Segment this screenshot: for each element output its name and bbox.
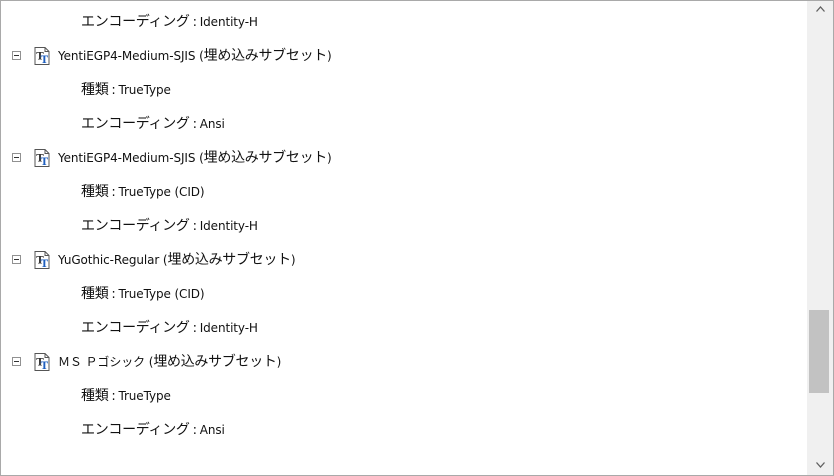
property-value: Ansi: [199, 423, 225, 437]
font-node[interactable]: T T ＭＳ Ｐゴシック (埋め込みサブセット): [1, 345, 807, 379]
property-value: TrueType (CID): [118, 185, 205, 199]
property-label: 種類: [81, 388, 109, 404]
collapse-toggle[interactable]: [12, 357, 21, 366]
property-label: エンコーディング: [81, 422, 190, 438]
collapse-toggle[interactable]: [12, 255, 21, 264]
property-label: エンコーディング: [81, 218, 190, 234]
property-label: エンコーディング: [81, 14, 190, 30]
embed-status: 埋め込みサブセット: [167, 252, 292, 268]
svg-text:T: T: [41, 361, 49, 372]
collapse-toggle[interactable]: [12, 153, 21, 162]
property-node[interactable]: エンコーディング: Ansi: [1, 107, 807, 141]
property-node[interactable]: 種類: TrueType (CID): [1, 277, 807, 311]
property-node[interactable]: 種類: TrueType: [1, 379, 807, 413]
vertical-scrollbar[interactable]: [807, 1, 833, 475]
scroll-thumb[interactable]: [809, 310, 829, 393]
property-node[interactable]: エンコーディング: Ansi: [1, 413, 807, 447]
property-label: エンコーディング: [81, 116, 190, 132]
property-node[interactable]: 種類: TrueType (CID): [1, 175, 807, 209]
font-node-label: YentiEGP4-Medium-SJIS (埋め込みサブセット): [58, 150, 332, 166]
property-node[interactable]: エンコーディング: Identity-H: [1, 5, 807, 39]
font-node-label: YuGothic-Regular (埋め込みサブセット): [58, 252, 296, 268]
chevron-down-icon: [816, 462, 825, 468]
font-name: ＭＳ Ｐゴシック: [58, 355, 146, 369]
font-name: YuGothic-Regular: [58, 253, 160, 267]
property-label: 種類: [81, 286, 109, 302]
embed-status: 埋め込みサブセット: [203, 48, 328, 64]
property-value: Identity-H: [199, 219, 258, 233]
truetype-font-icon: TT: [32, 148, 52, 168]
property-label: 種類: [81, 82, 109, 98]
font-node[interactable]: T T YentiEGP4-Medium-SJIS (埋め込みサブセット): [1, 141, 807, 175]
font-node[interactable]: T T YentiEGP4-Medium-SJIS (埋め込みサブセット): [1, 39, 807, 73]
property-label: エンコーディング: [81, 320, 190, 336]
property-value: TrueType: [118, 83, 171, 97]
property-node[interactable]: 種類: TrueType: [1, 73, 807, 107]
font-node-label: YentiEGP4-Medium-SJIS (埋め込みサブセット): [58, 48, 332, 64]
property-value: TrueType (CID): [118, 287, 205, 301]
svg-text:T: T: [41, 259, 49, 270]
chevron-up-icon: [816, 6, 825, 12]
property-node[interactable]: エンコーディング: Identity-H: [1, 311, 807, 345]
truetype-font-icon: TT: [32, 250, 52, 270]
font-node[interactable]: T T YuGothic-Regular (埋め込みサブセット): [1, 243, 807, 277]
font-name: YentiEGP4-Medium-SJIS: [58, 49, 196, 63]
property-node[interactable]: エンコーディング: Identity-H: [1, 209, 807, 243]
scroll-down-button[interactable]: [807, 457, 833, 475]
property-value: Identity-H: [199, 15, 258, 29]
property-label: 種類: [81, 184, 109, 200]
property-value: Ansi: [199, 117, 225, 131]
svg-text:T: T: [41, 157, 49, 168]
font-tree[interactable]: エンコーディング: Identity-H T T YentiEGP4-Medium-SJ…: [1, 1, 807, 475]
scroll-up-button[interactable]: [807, 1, 833, 19]
fonts-window: エンコーディング: Identity-H T T YentiEGP4-Medium-SJ…: [0, 0, 834, 476]
font-name: YentiEGP4-Medium-SJIS: [58, 151, 196, 165]
truetype-font-icon: TT: [32, 46, 52, 66]
embed-status: 埋め込みサブセット: [153, 354, 277, 370]
embed-status: 埋め込みサブセット: [203, 150, 328, 166]
property-value: Identity-H: [199, 321, 258, 335]
collapse-toggle[interactable]: [12, 51, 21, 60]
truetype-font-icon: TT: [32, 352, 52, 372]
font-node-label: ＭＳ Ｐゴシック (埋め込みサブセット): [58, 354, 282, 370]
property-value: TrueType: [118, 389, 171, 403]
svg-text:T: T: [41, 55, 49, 66]
